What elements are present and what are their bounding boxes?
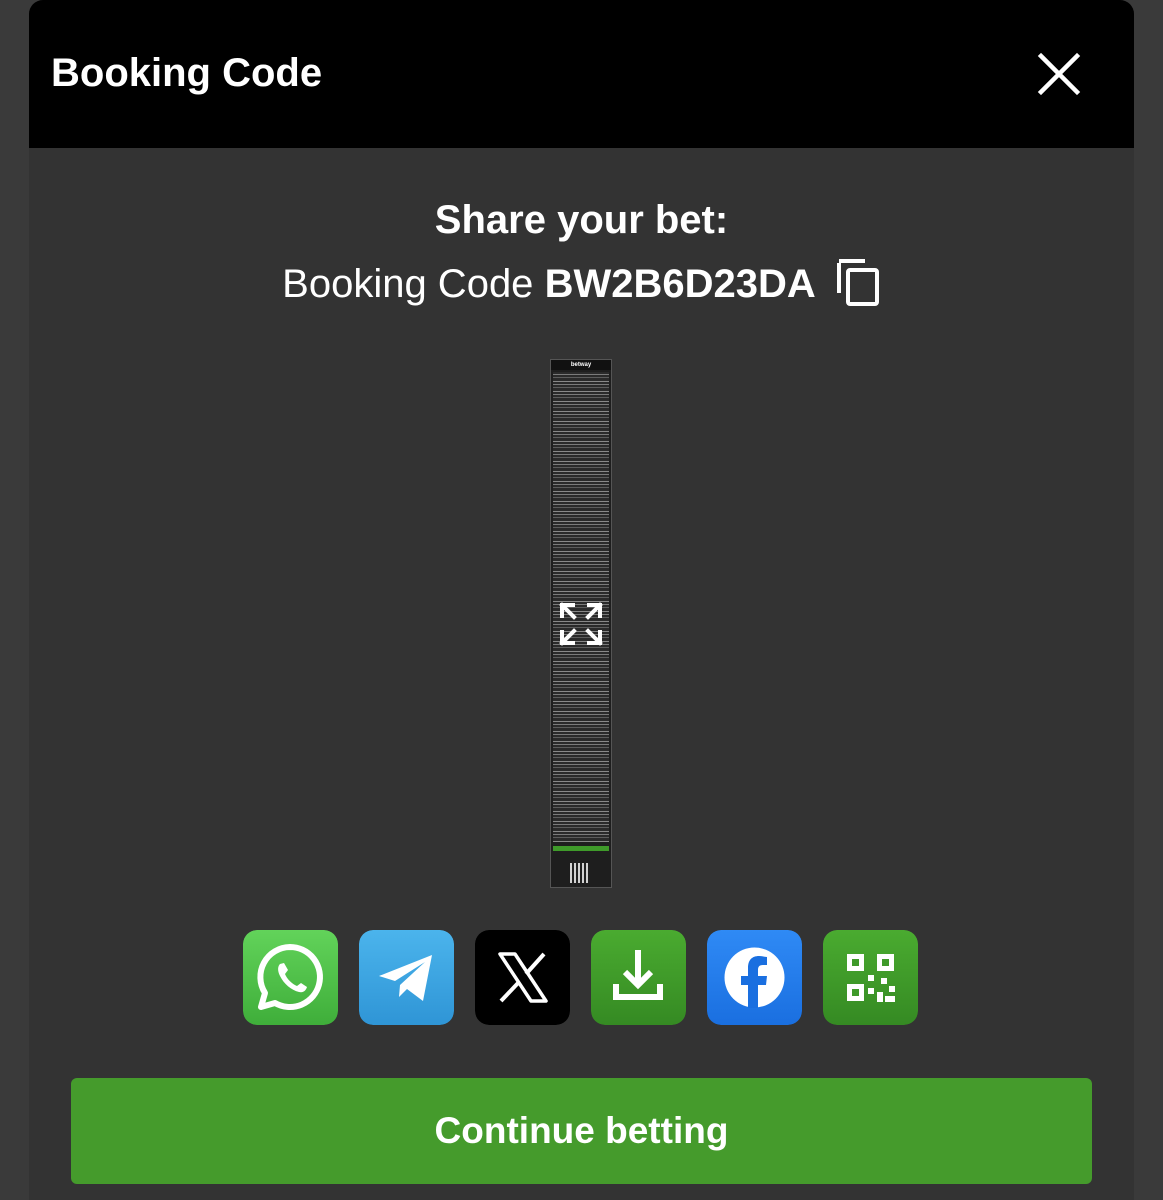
copy-icon [836,259,879,307]
share-telegram-button[interactable] [359,930,454,1025]
share-download-button[interactable] [591,930,686,1025]
share-heading: Share your bet: [434,198,729,242]
continue-betting-button[interactable]: Continue betting [71,1078,1092,1184]
share-buttons-row [243,930,920,1025]
close-icon [1037,52,1081,96]
qr-code-icon [823,930,918,1025]
booking-code-value: BW2B6D23DA [544,262,816,306]
expand-icon[interactable] [559,602,603,646]
copy-code-button[interactable] [835,257,881,307]
share-facebook-button[interactable] [707,930,802,1025]
facebook-icon [707,930,802,1025]
telegram-icon [359,930,454,1025]
booking-code-label: Booking Code [282,262,534,306]
share-whatsapp-button[interactable] [243,930,338,1025]
booking-code-modal: Booking Code Share your bet: Booking Cod… [29,0,1134,1200]
booking-code-line: Booking Code BW2B6D23DA [29,258,1134,311]
close-button[interactable] [1037,52,1081,96]
x-icon [475,930,570,1025]
modal-title: Booking Code [51,51,323,95]
share-x-button[interactable] [475,930,570,1025]
share-qr-code-button[interactable] [823,930,918,1025]
modal-header: Booking Code [29,0,1134,148]
download-icon [591,930,686,1025]
slip-total-bar [553,846,609,851]
slip-brand: betway [551,360,611,370]
slip-qr-icon [570,863,590,883]
whatsapp-icon [243,930,338,1025]
